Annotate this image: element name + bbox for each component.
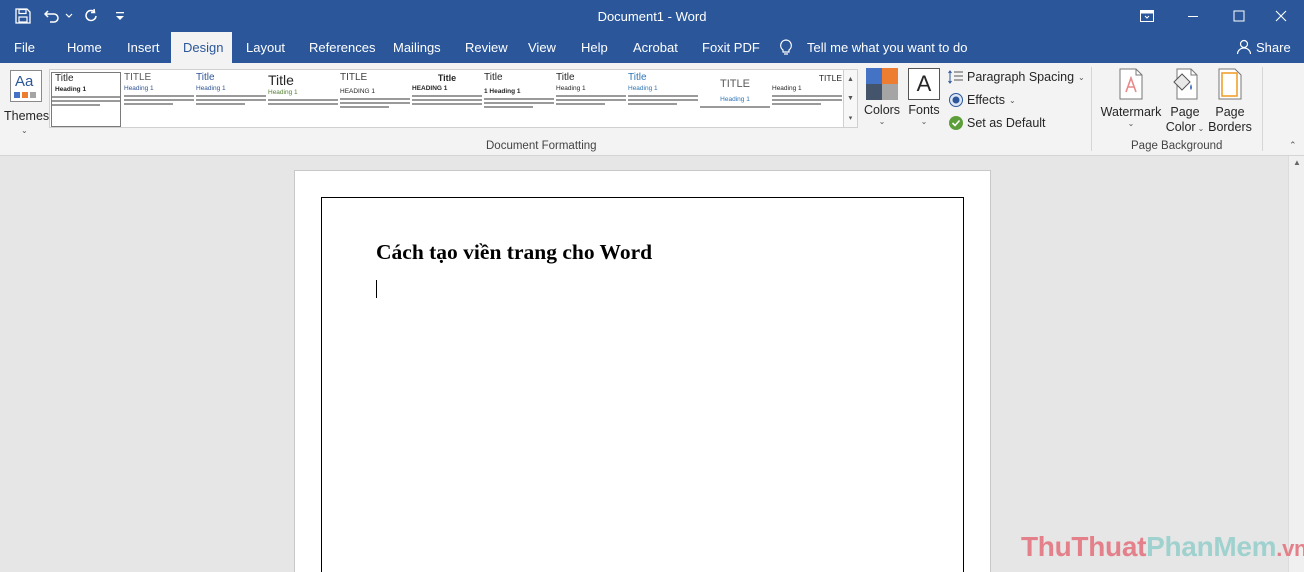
tab-mailings[interactable]: Mailings xyxy=(381,32,453,63)
themes-button[interactable]: Aa Themes ⌄ xyxy=(4,68,50,138)
close-icon[interactable] xyxy=(1258,0,1304,32)
watermark-icon xyxy=(1119,68,1143,100)
chevron-down-icon: ⌄ xyxy=(1127,119,1135,128)
effects-icon xyxy=(949,93,963,107)
style-set-item[interactable]: Title 1 Heading 1 xyxy=(484,72,554,127)
chevron-down-icon: ⌄ xyxy=(878,117,886,126)
tab-insert[interactable]: Insert xyxy=(115,32,172,63)
tab-review[interactable]: Review xyxy=(453,32,520,63)
set-as-default-button[interactable]: Set as Default xyxy=(948,113,1046,133)
chevron-down-icon: ⌄ xyxy=(21,126,28,135)
tab-view[interactable]: View xyxy=(516,32,568,63)
gallery-scrollbar[interactable]: ▲ ▼ ▾ xyxy=(843,70,857,127)
tab-references[interactable]: References xyxy=(297,32,387,63)
page-color-button[interactable]: Page Color ⌄ xyxy=(1163,68,1207,136)
scroll-up-icon[interactable]: ▲ xyxy=(1293,158,1301,167)
tab-layout[interactable]: Layout xyxy=(234,32,297,63)
style-set-gallery: Title Heading 1 TITLE Heading 1 Title He… xyxy=(49,69,858,128)
style-set-item[interactable]: TITLE HEADING 1 xyxy=(340,72,410,127)
scroll-down-icon[interactable]: ▼ xyxy=(844,89,857,108)
style-set-item[interactable]: TITLE Heading 1 xyxy=(700,72,770,127)
page-borders-icon xyxy=(1218,68,1242,100)
tab-foxit-pdf[interactable]: Foxit PDF xyxy=(690,32,772,63)
effects-button[interactable]: Effects ⌄ xyxy=(948,90,1016,110)
tab-home[interactable]: Home xyxy=(55,32,114,63)
style-set-item[interactable]: Title Heading 1 xyxy=(556,72,626,127)
gallery-more-icon[interactable]: ▾ xyxy=(844,108,857,127)
page-color-icon xyxy=(1173,68,1198,100)
chevron-down-icon: ⌄ xyxy=(1078,72,1085,82)
document-page[interactable]: Cách tạo viền trang cho Word xyxy=(294,170,991,572)
style-set-item[interactable]: Title HEADING 1 xyxy=(412,72,482,127)
fonts-icon: A xyxy=(908,68,940,100)
watermark-button[interactable]: Watermark ⌄ xyxy=(1100,68,1162,128)
style-set-item[interactable]: Title Heading 1 xyxy=(628,72,698,127)
document-heading[interactable]: Cách tạo viền trang cho Word xyxy=(376,240,652,265)
tab-acrobat[interactable]: Acrobat xyxy=(621,32,690,63)
tab-file[interactable]: File xyxy=(2,32,47,63)
ribbon-display-options-icon[interactable] xyxy=(1124,0,1170,32)
paragraph-spacing-button[interactable]: Paragraph Spacing ⌄ xyxy=(948,67,1085,87)
fonts-button[interactable]: A Fonts ⌄ xyxy=(905,68,943,126)
document-formatting-group-label: Document Formatting xyxy=(486,140,597,152)
style-set-item[interactable]: TITLE Heading 1 xyxy=(124,72,194,127)
group-divider xyxy=(1091,67,1092,151)
ribbon: Aa Themes ⌄ Title Heading 1 TITLE Headin… xyxy=(0,63,1304,156)
style-set-item[interactable]: Title Heading 1 xyxy=(51,72,121,127)
checkmark-icon xyxy=(949,116,963,130)
lightbulb-icon xyxy=(779,39,793,59)
themes-icon: Aa xyxy=(10,70,42,102)
group-divider xyxy=(1262,67,1263,151)
chevron-down-icon: ⌄ xyxy=(1197,124,1205,133)
vertical-scrollbar[interactable]: ▲ xyxy=(1288,156,1304,572)
page-borders-button[interactable]: Page Borders xyxy=(1208,68,1252,135)
minimize-icon[interactable] xyxy=(1170,0,1216,32)
collapse-ribbon-icon[interactable]: ⌃ xyxy=(1289,140,1297,151)
paragraph-spacing-icon xyxy=(948,70,963,84)
tab-help[interactable]: Help xyxy=(569,32,620,63)
tell-me-search[interactable]: Tell me what you want to do xyxy=(795,32,979,63)
tab-design[interactable]: Design xyxy=(171,32,232,63)
style-set-item[interactable]: TITLE Heading 1 xyxy=(772,72,842,127)
style-set-item[interactable]: Title Heading 1 xyxy=(268,72,338,127)
maximize-icon[interactable] xyxy=(1216,0,1262,32)
text-cursor xyxy=(376,280,377,298)
scroll-up-icon[interactable]: ▲ xyxy=(844,70,857,89)
document-canvas: Cách tạo viền trang cho Word xyxy=(0,156,1288,572)
page-background-group-label: Page Background xyxy=(1131,140,1223,152)
themes-label: Themes xyxy=(4,109,50,123)
colors-icon xyxy=(866,68,898,100)
chevron-down-icon: ⌄ xyxy=(920,117,928,126)
ribbon-tab-bar: File Home Insert Design Layout Reference… xyxy=(0,32,1304,63)
site-watermark: ThuThuatPhanMem.vn xyxy=(1021,531,1304,562)
chevron-down-icon: ⌄ xyxy=(1008,95,1016,105)
share-button[interactable]: Share xyxy=(1244,32,1303,63)
window-title: Document1 - Word xyxy=(597,9,707,24)
colors-button[interactable]: Colors ⌄ xyxy=(862,68,902,126)
style-set-item[interactable]: Title Heading 1 xyxy=(196,72,266,127)
title-bar: Document1 - Word xyxy=(0,0,1304,32)
